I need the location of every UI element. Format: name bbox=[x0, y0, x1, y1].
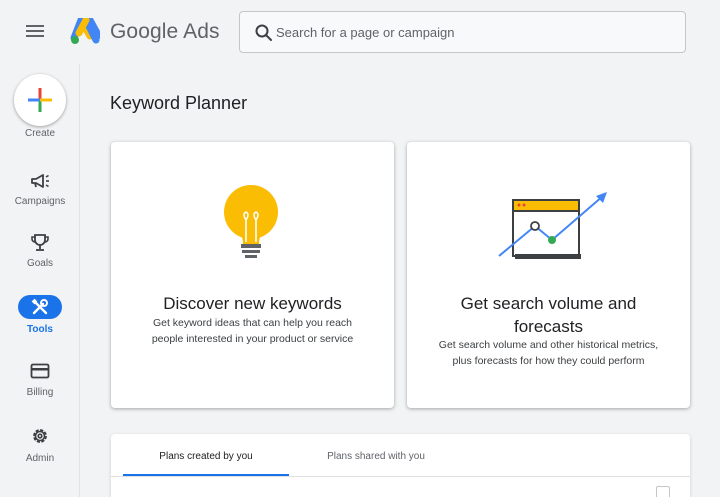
card-title: Get search volume and bbox=[460, 294, 637, 313]
card-description: Get keyword ideas that can help you reac… bbox=[152, 317, 353, 329]
search-icon bbox=[255, 24, 272, 41]
credit-card-icon bbox=[30, 363, 50, 379]
trophy-icon bbox=[31, 234, 49, 251]
gear-icon bbox=[33, 429, 47, 443]
select-all-checkbox[interactable] bbox=[656, 486, 670, 497]
plus-icon bbox=[28, 88, 52, 112]
sidebar-item-label: Billing bbox=[26, 387, 54, 398]
page-title: Keyword Planner bbox=[110, 93, 248, 113]
card-description: Get search volume and other historical m… bbox=[438, 339, 659, 351]
sidebar-item-label: Admin bbox=[25, 453, 55, 464]
sidebar-item-billing[interactable]: Billing bbox=[0, 360, 80, 416]
discover-keywords-card[interactable]: Discover new keywords Get keyword ideas … bbox=[111, 142, 394, 408]
card-title: Discover new keywords bbox=[163, 294, 342, 313]
sidebar-item-admin[interactable]: Admin bbox=[0, 425, 80, 481]
tabs-divider bbox=[111, 476, 690, 477]
tools-icon bbox=[31, 298, 48, 315]
forecast-chart-icon bbox=[498, 192, 607, 259]
sidebar: Create Campaigns Goals Tools Billing Adm… bbox=[0, 64, 80, 497]
brand-name: Google Ads bbox=[110, 20, 220, 43]
create-label: Create bbox=[24, 128, 55, 139]
plans-panel: Plans created by you Plans shared with y… bbox=[111, 434, 690, 497]
search-volume-forecasts-card[interactable]: Get search volume and forecasts Get sear… bbox=[407, 142, 690, 408]
sidebar-divider bbox=[79, 64, 80, 497]
sidebar-item-label: Tools bbox=[27, 324, 53, 335]
card-description: people interested in your product or ser… bbox=[151, 333, 354, 345]
sidebar-item-goals[interactable]: Goals bbox=[0, 232, 80, 288]
google-ads-logo-icon bbox=[70, 18, 100, 44]
sidebar-item-campaigns[interactable]: Campaigns bbox=[0, 170, 80, 226]
lightbulb-icon bbox=[224, 185, 278, 258]
tab-plans-created-by-you[interactable]: Plans created by you bbox=[123, 434, 289, 476]
megaphone-icon bbox=[31, 174, 49, 188]
hamburger-menu-icon[interactable] bbox=[26, 22, 52, 42]
sidebar-item-tools[interactable]: Tools bbox=[0, 295, 80, 351]
card-description: plus forecasts for how they could perfor… bbox=[452, 355, 645, 367]
card-title: forecasts bbox=[514, 317, 583, 336]
tab-label: Plans created by you bbox=[159, 451, 253, 462]
search-box[interactable] bbox=[239, 11, 686, 53]
top-bar: Google Ads bbox=[0, 0, 720, 64]
tab-label: Plans shared with you bbox=[327, 451, 425, 462]
sidebar-item-label: Goals bbox=[26, 258, 54, 269]
search-input[interactable] bbox=[276, 20, 666, 44]
sidebar-item-label: Campaigns bbox=[14, 196, 66, 207]
create-button[interactable] bbox=[14, 74, 66, 126]
tab-plans-shared-with-you[interactable]: Plans shared with you bbox=[301, 434, 451, 476]
